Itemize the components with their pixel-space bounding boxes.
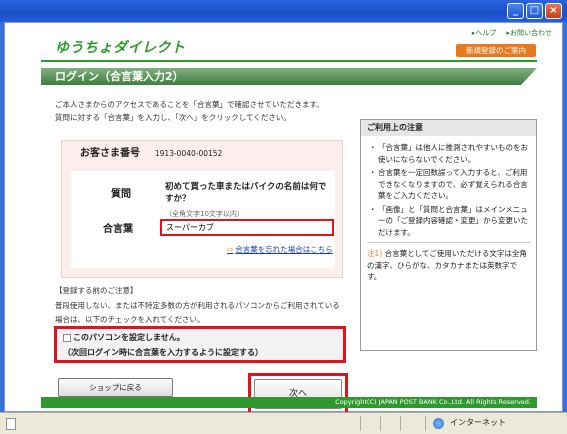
- status-bar: インターネット: [0, 412, 567, 434]
- note-text: 合言葉としてご使用いただける文字は全角の漢字、ひらがな、カタカナまたは英数字です…: [367, 249, 527, 281]
- usage-note: 注1) 合言葉としてご使用いただける文字は全角の漢字、ひらがな、カタカナまたは英…: [367, 242, 530, 283]
- question-text: 初めて買った車またはバイクの名前は何ですか？: [165, 182, 327, 204]
- remember-pc-checkbox[interactable]: [63, 334, 71, 342]
- site-logo[interactable]: ゆうちょダイレクト: [55, 37, 186, 57]
- help-link[interactable]: ▸ヘルプ: [472, 29, 497, 37]
- question-box: 質問 初めて買った車またはバイクの名前は何ですか？ （全角文字10文字以内） 合…: [71, 171, 335, 268]
- intro-line-2: 質問に対する「合言葉」を入力し、「次へ」をクリックしてください。: [55, 113, 291, 122]
- customer-number-value: 1913-0040-00152: [154, 149, 223, 158]
- checkbox-label[interactable]: このパソコンを設定しません。: [73, 332, 185, 343]
- page-title: ログイン（合言葉入力2）: [41, 68, 537, 85]
- security-zone: インターネット: [450, 418, 506, 427]
- answer-input[interactable]: [160, 219, 334, 236]
- footer-copyright: Copyright(C) JAPAN POST BANK Co.,Ltd. Al…: [41, 397, 537, 408]
- forgot-answer-label: 合言葉を忘れた場合はこちら: [235, 245, 333, 254]
- header-links: ▸ヘルプ ▸お問い合わせ: [464, 28, 552, 38]
- forgot-answer-link[interactable]: ⇨ 合言葉を忘れた場合はこちら: [227, 244, 333, 255]
- checkbox-sublabel: （次回ログイン時に合言葉を入力するように設定する）: [63, 348, 263, 357]
- globe-icon: [433, 418, 444, 429]
- contact-link[interactable]: ▸お問い合わせ: [506, 29, 552, 37]
- register-guide-button[interactable]: 新規登録のご案内: [456, 44, 536, 57]
- question-label: 質問: [111, 189, 131, 200]
- status-divider: [380, 416, 381, 431]
- intro-line-1: ご本人さまからのアクセスであることを「合言葉」で確認させていただきます。: [55, 100, 324, 109]
- usage-notes-panel: ご利用上の注意 「合言葉」は他人に推測されやすいものをお使いにならないでください…: [360, 119, 537, 351]
- notice-text: 普段使用しない、または不特定多数の方が利用されるパソコンからご利用されている場合…: [55, 301, 340, 324]
- arrow-link-icon: ⇨: [227, 245, 234, 254]
- intro-text: ご本人さまからのアクセスであることを「合言葉」で確認させていただきます。 質問に…: [55, 98, 345, 124]
- window-titlebar: _ □ ×: [0, 0, 567, 22]
- customer-number-label: お客さま番号: [80, 148, 140, 159]
- list-item: 合言葉を一定回数誤って入力すると、ご利用できなくなりますので、必ず覚えられる合言…: [369, 167, 530, 202]
- answer-hint: （全角文字10文字以内）: [165, 210, 244, 218]
- page-icon: [6, 418, 16, 430]
- close-button[interactable]: ×: [545, 3, 562, 19]
- status-divider: [425, 416, 426, 431]
- next-button-highlight: 次へ: [248, 373, 348, 415]
- login-form-card: お客さま番号 1913-0040-00152 質問 初めて買った車またはバイクの…: [61, 140, 343, 278]
- maximize-button[interactable]: □: [526, 3, 543, 19]
- note-mark: 注1): [367, 249, 383, 258]
- browser-viewport: ▸ヘルプ ▸お問い合わせ ゆうちょダイレクト 新規登録のご案内 ログイン（合言葉…: [4, 22, 563, 415]
- header-divider: [41, 60, 537, 62]
- notice-title: 【登録する前のご注意】: [55, 286, 138, 295]
- remember-pc-box: このパソコンを設定しません。 （次回ログイン時に合言葉を入力するように設定する）: [54, 326, 346, 363]
- usage-notes-title: ご利用上の注意: [361, 120, 536, 136]
- back-to-shop-button[interactable]: ショップに戻る: [58, 378, 173, 397]
- list-item: 「合言葉」は他人に推測されやすいものをお使いにならないでください。: [369, 142, 530, 165]
- status-divider: [360, 416, 361, 431]
- usage-notes-list: 「合言葉」は他人に推測されやすいものをお使いにならないでください。 合言葉を一定…: [361, 136, 536, 238]
- answer-label: 合言葉: [103, 224, 133, 235]
- customer-number-row: お客さま番号 1913-0040-00152: [62, 141, 342, 166]
- minimize-button[interactable]: _: [507, 3, 524, 19]
- list-item: 「画像」と「質問と合言葉」はメインメニューの「ご登録内容確認・変更」から変更いた…: [369, 204, 530, 239]
- status-divider: [400, 416, 401, 431]
